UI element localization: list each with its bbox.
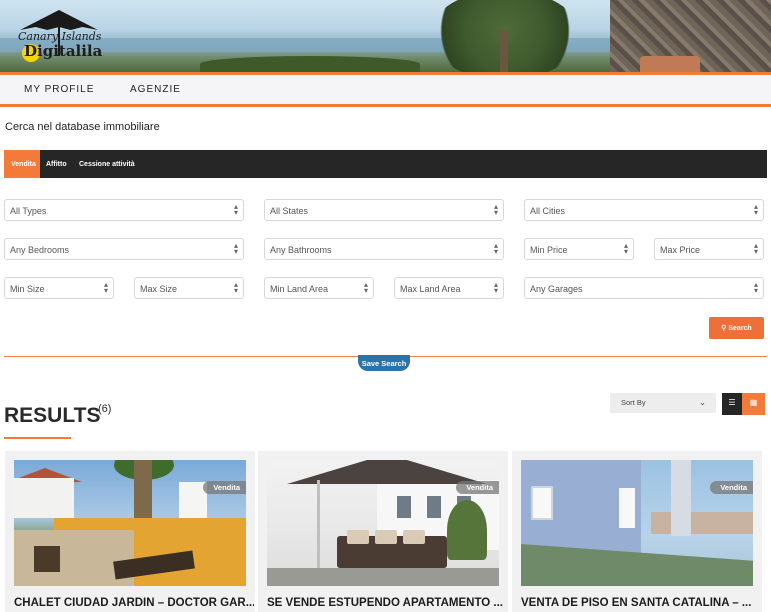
listing-card[interactable]: Vendita CHALET CIUDAD JARDIN – DOCTOR GA… bbox=[5, 451, 255, 612]
max-land-area-select-value: Max Land Area bbox=[400, 284, 461, 294]
results-count: (6) bbox=[98, 403, 112, 415]
photo-palm-trunk bbox=[134, 460, 152, 520]
min-price-select[interactable]: Min Price ▴ ▾ bbox=[524, 238, 634, 260]
chevron-down-icon: ⌄ bbox=[699, 398, 706, 407]
photo-cushion bbox=[347, 530, 369, 544]
photo-window bbox=[397, 496, 411, 518]
sort-by-label: Sort By bbox=[621, 398, 646, 407]
sort-by-select[interactable]: Sort By ⌄ bbox=[610, 393, 716, 413]
cities-select-value: All Cities bbox=[530, 206, 566, 216]
bathrooms-select-value: Any Bathrooms bbox=[270, 245, 332, 255]
photo-door bbox=[531, 486, 553, 520]
listing-card[interactable]: Vendita VENTA DE PISO EN SANTA CATALINA … bbox=[512, 451, 762, 612]
bathrooms-select[interactable]: Any Bathrooms ▴ ▾ bbox=[264, 238, 504, 260]
up-down-arrows-icon: ▴ ▾ bbox=[233, 241, 238, 256]
types-select[interactable]: All Types ▴ ▾ bbox=[4, 199, 244, 221]
banner-hedge bbox=[200, 56, 420, 72]
up-down-arrows-icon: ▴ ▾ bbox=[233, 280, 238, 295]
list-view-button[interactable]: ☰ bbox=[722, 393, 742, 415]
tab-affitto[interactable]: Affitto bbox=[46, 150, 74, 178]
save-search-button[interactable]: Save Search bbox=[358, 355, 410, 371]
listing-title[interactable]: VENTA DE PISO EN SANTA CATALINA – ... bbox=[521, 597, 761, 609]
photo-cushion bbox=[403, 530, 425, 544]
banner-plant-pot bbox=[640, 56, 700, 72]
listing-title[interactable]: CHALET CIUDAD JARDIN – DOCTOR GAR... bbox=[14, 597, 254, 609]
search-button[interactable]: ⚲ Search bbox=[709, 317, 764, 339]
up-down-arrows-icon: ▴ ▾ bbox=[103, 280, 108, 295]
tab-cessione-attivita[interactable]: Cessione attività bbox=[79, 150, 149, 178]
listing-badge: Vendita bbox=[203, 481, 246, 494]
search-tabs: Vendita Affitto Cessione attività bbox=[4, 150, 767, 178]
up-down-arrows-icon: ▴ ▾ bbox=[623, 241, 628, 256]
up-down-arrows-icon: ▴ ▾ bbox=[493, 280, 498, 295]
grid-view-icon: ▦ bbox=[749, 398, 758, 407]
up-down-arrows-icon: ▴ ▾ bbox=[493, 202, 498, 217]
up-down-arrows-icon: ▴ ▾ bbox=[363, 280, 368, 295]
listing-badge: Vendita bbox=[710, 481, 753, 494]
logo-text-line2: Digitalila bbox=[24, 42, 103, 60]
max-land-area-select[interactable]: Max Land Area ▴ ▾ bbox=[394, 277, 504, 299]
grid-view-button[interactable]: ▦ bbox=[742, 393, 765, 415]
max-price-select[interactable]: Max Price ▴ ▾ bbox=[654, 238, 764, 260]
garages-select-value: Any Garages bbox=[530, 284, 583, 294]
photo-chair bbox=[34, 546, 60, 572]
photo-door bbox=[619, 488, 635, 528]
photo-city bbox=[651, 512, 753, 534]
tab-vendita[interactable]: Vendita bbox=[4, 150, 40, 178]
listing-photo[interactable]: Vendita bbox=[521, 460, 753, 586]
nav-item-my-profile[interactable]: MY PROFILE bbox=[24, 84, 94, 95]
min-price-select-value: Min Price bbox=[530, 245, 568, 255]
listing-card[interactable]: Vendita SE VENDE ESTUPENDO APARTAMENTO .… bbox=[258, 451, 508, 612]
garages-select[interactable]: Any Garages ▴ ▾ bbox=[524, 277, 764, 299]
types-select-value: All Types bbox=[10, 206, 47, 216]
photo-house bbox=[14, 478, 74, 518]
photo-window bbox=[427, 496, 441, 518]
listing-badge: Vendita bbox=[456, 481, 499, 494]
nav-item-agenzie[interactable]: AGENZIE bbox=[130, 84, 181, 95]
up-down-arrows-icon: ▴ ▾ bbox=[753, 280, 758, 295]
up-down-arrows-icon: ▴ ▾ bbox=[493, 241, 498, 256]
cities-select[interactable]: All Cities ▴ ▾ bbox=[524, 199, 764, 221]
listing-title[interactable]: SE VENDE ESTUPENDO APARTAMENTO ... bbox=[267, 597, 507, 609]
min-land-area-select[interactable]: Min Land Area ▴ ▾ bbox=[264, 277, 374, 299]
photo-plant bbox=[447, 500, 487, 560]
photo-cushion bbox=[375, 530, 397, 544]
photo-tower-wall bbox=[671, 460, 691, 536]
min-size-select[interactable]: Min Size ▴ ▾ bbox=[4, 277, 114, 299]
up-down-arrows-icon: ▴ ▾ bbox=[753, 241, 758, 256]
min-size-select-value: Min Size bbox=[10, 284, 45, 294]
max-size-select[interactable]: Max Size ▴ ▾ bbox=[134, 277, 244, 299]
listing-photo[interactable]: Vendita bbox=[14, 460, 246, 586]
photo-floor bbox=[267, 568, 499, 586]
search-button-label: Search bbox=[728, 325, 752, 332]
banner-tree-trunk bbox=[500, 30, 508, 72]
max-size-select-value: Max Size bbox=[140, 284, 178, 294]
listing-photo[interactable]: Vendita bbox=[267, 460, 499, 586]
min-land-area-select-value: Min Land Area bbox=[270, 284, 329, 294]
main-nav: MY PROFILE AGENZIE bbox=[0, 75, 771, 104]
results-underline bbox=[4, 437, 71, 439]
up-down-arrows-icon: ▴ ▾ bbox=[233, 202, 238, 217]
nav-divider bbox=[0, 104, 771, 107]
up-down-arrows-icon: ▴ ▾ bbox=[753, 202, 758, 217]
bedrooms-select[interactable]: Any Bedrooms ▴ ▾ bbox=[4, 238, 244, 260]
max-price-select-value: Max Price bbox=[660, 245, 701, 255]
header-banner: Canary Islands Digitalila bbox=[0, 0, 771, 72]
states-select[interactable]: All States ▴ ▾ bbox=[264, 199, 504, 221]
bedrooms-select-value: Any Bedrooms bbox=[10, 245, 70, 255]
site-logo[interactable]: Canary Islands Digitalila bbox=[12, 8, 112, 64]
page-subtitle: Cerca nel database immobiliare bbox=[5, 121, 160, 133]
list-view-icon: ☰ bbox=[728, 398, 736, 407]
states-select-value: All States bbox=[270, 206, 309, 216]
results-title: RESULTS bbox=[4, 404, 101, 427]
